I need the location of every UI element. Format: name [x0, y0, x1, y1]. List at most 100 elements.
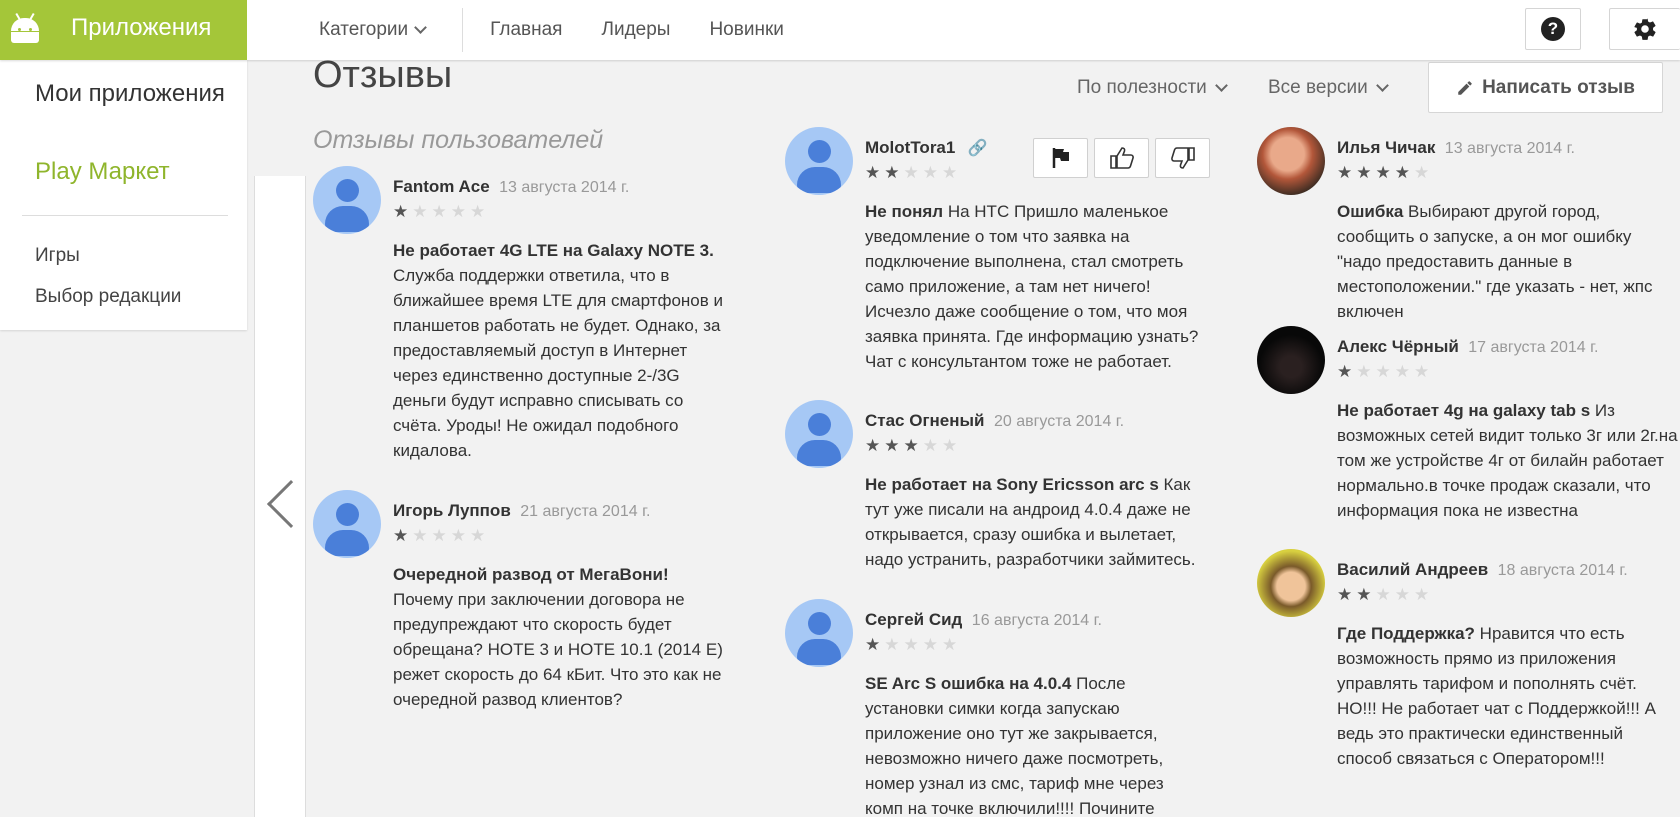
star-empty-icon: ★: [412, 526, 432, 545]
review-body: Служба поддержки ответила, что в ближайш…: [393, 266, 723, 460]
review-author[interactable]: Алекс Чёрный: [1337, 337, 1459, 356]
link-icon[interactable]: 🔗: [968, 138, 988, 158]
sidebar-item-games[interactable]: Игры: [35, 245, 80, 267]
star-rating: ★★★★★: [865, 436, 961, 456]
review-author[interactable]: Игорь Луппов: [393, 501, 511, 520]
star-empty-icon: ★: [470, 526, 490, 545]
sort-label: По полезности: [1077, 77, 1207, 98]
sidebar-my-apps[interactable]: Мои приложения: [35, 80, 225, 108]
pencil-icon: [1458, 80, 1472, 95]
avatar[interactable]: [1257, 549, 1325, 617]
review-date: 21 августа 2014 г.: [520, 503, 651, 520]
review-headline: Ошибка: [1337, 202, 1404, 221]
star-filled-icon: ★: [1375, 163, 1395, 182]
brand-home-link[interactable]: Приложения: [0, 0, 247, 60]
write-review-label: Написать отзыв: [1482, 76, 1635, 98]
star-filled-icon: ★: [1356, 163, 1376, 182]
chevron-down-icon: [1214, 79, 1228, 92]
review-headline: Не работает 4g на galaxy tab s: [1337, 401, 1591, 420]
review-date: 16 августа 2014 г.: [971, 612, 1102, 629]
review-author[interactable]: Fantom Ace: [393, 177, 490, 196]
review-headline: Не работает на Sony Ericsson arc s: [865, 475, 1159, 494]
review-author[interactable]: MolotTora1: [865, 138, 955, 157]
star-filled-icon: ★: [865, 635, 885, 654]
star-empty-icon: ★: [1414, 585, 1434, 604]
version-label: Все версии: [1268, 77, 1368, 98]
star-empty-icon: ★: [942, 436, 962, 455]
flag-icon: [1052, 148, 1069, 168]
star-empty-icon: ★: [884, 635, 904, 654]
star-empty-icon: ★: [903, 635, 923, 654]
star-empty-icon: ★: [1394, 585, 1414, 604]
review-body: Почему при заключении договора не предуп…: [393, 590, 723, 709]
chevron-down-icon: [414, 21, 428, 34]
gear-icon: [1634, 18, 1656, 40]
categories-dropdown[interactable]: Категории: [319, 19, 428, 41]
nav-divider: [462, 8, 464, 52]
review-date: 13 августа 2014 г.: [499, 179, 630, 196]
star-rating: ★★★★★: [393, 526, 489, 546]
star-empty-icon: ★: [1375, 362, 1395, 381]
star-rating: ★★★★★: [393, 202, 489, 222]
sidebar-play-market[interactable]: Play Маркет: [35, 158, 170, 186]
star-empty-icon: ★: [1414, 362, 1434, 381]
star-empty-icon: ★: [1356, 362, 1376, 381]
categories-label: Категории: [319, 19, 409, 40]
chevron-down-icon: [1375, 79, 1389, 92]
avatar[interactable]: [785, 599, 853, 667]
sort-dropdown[interactable]: По полезности: [1077, 77, 1228, 99]
star-rating: ★★★★★: [1337, 163, 1433, 183]
review-headline: Где Поддержка?: [1337, 624, 1475, 643]
star-empty-icon: ★: [470, 202, 490, 221]
star-filled-icon: ★: [1356, 585, 1376, 604]
avatar[interactable]: [785, 127, 853, 195]
chevron-left-icon: [266, 479, 316, 529]
review-author[interactable]: Стас Огненый: [865, 411, 985, 430]
review-date: 18 августа 2014 г.: [1497, 562, 1628, 579]
avatar[interactable]: [1257, 326, 1325, 394]
top-bar: Приложения Категории Главная Лидеры Нови…: [0, 0, 1680, 60]
review-actions: [1033, 138, 1210, 178]
flag-button[interactable]: [1033, 138, 1088, 178]
nav-new-link[interactable]: Новинки: [709, 19, 783, 41]
avatar[interactable]: [313, 166, 381, 234]
page-title: Отзывы: [313, 54, 453, 96]
avatar[interactable]: [313, 490, 381, 558]
star-filled-icon: ★: [1337, 362, 1357, 381]
help-button[interactable]: ?: [1525, 8, 1581, 50]
avatar[interactable]: [785, 400, 853, 468]
review-body: После установки симки когда запускаю при…: [865, 674, 1164, 817]
prev-page-pager[interactable]: [254, 176, 316, 817]
settings-button[interactable]: [1609, 8, 1680, 50]
avatar[interactable]: [1257, 127, 1325, 195]
star-empty-icon: ★: [450, 202, 470, 221]
thumbs-down-button[interactable]: [1155, 138, 1210, 178]
review-body: Нравится что есть возможность прямо из п…: [1337, 624, 1656, 768]
android-icon: [9, 12, 41, 43]
review-headline: Не работает 4G LTE на Galaxy NOTE 3.: [393, 241, 714, 260]
review-author[interactable]: Илья Чичак: [1337, 138, 1435, 157]
review-author[interactable]: Сергей Сид: [865, 610, 962, 629]
star-filled-icon: ★: [884, 163, 904, 182]
nav-home-link[interactable]: Главная: [490, 19, 562, 41]
review-author[interactable]: Василий Андреев: [1337, 560, 1488, 579]
review-date: 17 августа 2014 г.: [1468, 339, 1599, 356]
write-review-button[interactable]: Написать отзыв: [1428, 62, 1663, 113]
version-dropdown[interactable]: Все версии: [1268, 77, 1389, 99]
question-circle-icon: ?: [1541, 17, 1565, 41]
thumbs-down-icon: [1170, 147, 1195, 169]
sidebar-item-editors-choice[interactable]: Выбор редакции: [35, 286, 181, 308]
thumbs-up-icon: [1109, 147, 1134, 169]
star-filled-icon: ★: [884, 436, 904, 455]
star-empty-icon: ★: [942, 163, 962, 182]
star-filled-icon: ★: [865, 163, 885, 182]
review-headline: SE Arc S ошибка на 4.0.4: [865, 674, 1072, 693]
star-empty-icon: ★: [450, 526, 470, 545]
review-date: 13 августа 2014 г.: [1444, 140, 1575, 157]
thumbs-up-button[interactable]: [1094, 138, 1149, 178]
sidebar: Мои приложения Play Маркет Игры Выбор ре…: [0, 60, 247, 330]
nav-leaders-link[interactable]: Лидеры: [601, 19, 670, 41]
star-empty-icon: ★: [431, 202, 451, 221]
star-empty-icon: ★: [1394, 362, 1414, 381]
main-nav: Категории Главная Лидеры Новинки: [319, 0, 823, 60]
